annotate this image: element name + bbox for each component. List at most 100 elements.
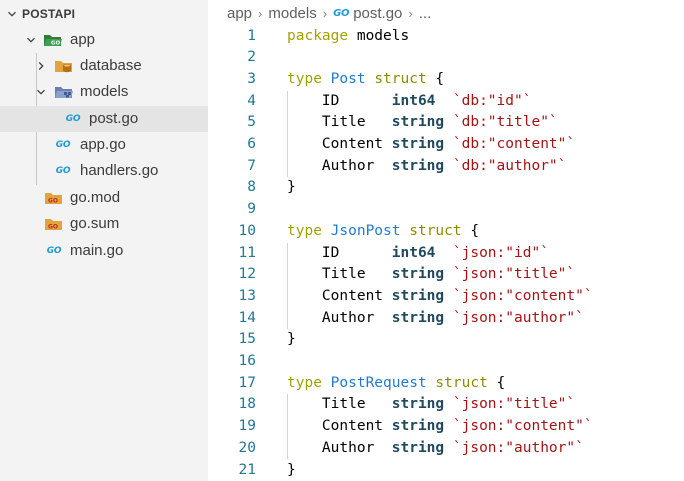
tree-item-models[interactable]: models (0, 79, 208, 105)
line-number[interactable]: 18 (208, 394, 256, 416)
line-number[interactable]: 12 (208, 264, 256, 286)
tree-item-app[interactable]: GO app (0, 27, 208, 53)
tree-item-handlers-go[interactable]: GO handlers.go (0, 158, 208, 184)
tree-item-label: app.go (80, 136, 126, 153)
line-number[interactable]: 19 (208, 416, 256, 438)
tree-item-main-go[interactable]: GO main.go (0, 238, 208, 264)
code-line[interactable]: 2 (208, 47, 684, 69)
code-token: `json:"author"` (452, 309, 584, 326)
code-text: ID int64 `db:"id"` (287, 91, 532, 113)
code-token: Content (287, 418, 392, 435)
chevron-down-icon[interactable] (23, 27, 39, 53)
breadcrumb-models[interactable]: models (268, 5, 316, 22)
code-text: Title string `json:"title"` (287, 264, 575, 286)
code-line[interactable]: 19 Content string `json:"content"` (208, 416, 684, 438)
line-number[interactable]: 3 (208, 69, 256, 91)
explorer-root-postapi[interactable]: POSTAPI (0, 1, 208, 27)
database-folder-icon (54, 53, 74, 79)
code-token: package (287, 27, 349, 44)
code-token: `json:"content"` (452, 287, 593, 304)
tree-item-go-mod[interactable]: GO go.mod (0, 185, 208, 211)
code-token: string (391, 114, 445, 131)
line-number[interactable]: 10 (208, 221, 256, 243)
chevron-down-icon[interactable] (33, 79, 49, 105)
code-line[interactable]: 16 (208, 351, 684, 373)
code-token: int64 (391, 92, 436, 109)
tree-item-label: app (70, 31, 96, 48)
line-number[interactable]: 9 (208, 199, 256, 221)
code-line[interactable]: 1 package models (208, 26, 684, 48)
code-token: `json:"id"` (452, 244, 549, 261)
breadcrumb-post-go[interactable]: post.go (353, 5, 402, 22)
code-line[interactable]: 7 Author string `db:"author"` (208, 156, 684, 178)
breadcrumb-app[interactable]: app (227, 5, 252, 22)
code-line[interactable]: 8} (208, 177, 684, 199)
tree-item-label: models (80, 83, 129, 100)
code-text: package models (287, 26, 409, 48)
code-line[interactable]: 9 (208, 199, 684, 221)
line-number[interactable]: 8 (208, 177, 256, 199)
code-line[interactable]: 12 Title string `json:"title"` (208, 264, 684, 286)
code-token: string (391, 309, 445, 326)
code-text: Title string `json:"title"` (287, 394, 575, 416)
line-number[interactable]: 5 (208, 112, 256, 134)
chevron-right-icon[interactable] (33, 53, 49, 79)
line-number[interactable]: 20 (208, 438, 256, 460)
tree-item-label: post.go (89, 110, 139, 127)
breadcrumb-more[interactable]: ... (419, 5, 432, 22)
go-mod-icon: GO (44, 211, 64, 237)
line-number[interactable]: 14 (208, 308, 256, 330)
tree-item-app-go[interactable]: GO app.go (0, 132, 208, 158)
explorer-root-label: POSTAPI (22, 7, 76, 21)
code-text: } (287, 329, 296, 351)
line-number[interactable]: 16 (208, 351, 256, 373)
code-token: PostRequest (330, 374, 427, 391)
code-line[interactable]: 21} (208, 460, 684, 481)
line-number[interactable]: 11 (208, 243, 256, 265)
code-token: `json:"title"` (452, 396, 576, 413)
line-number[interactable]: 1 (208, 26, 256, 48)
code-token: struct (374, 70, 427, 87)
line-number[interactable]: 2 (208, 47, 256, 69)
code-line[interactable]: 15} (208, 329, 684, 351)
line-number[interactable]: 6 (208, 134, 256, 156)
line-number[interactable]: 17 (208, 373, 256, 395)
code-token: `json:"title"` (452, 266, 576, 283)
tree-item-database[interactable]: database (0, 53, 208, 79)
line-number[interactable]: 15 (208, 329, 256, 351)
code-token: Title (287, 114, 392, 131)
code-token: type (287, 70, 322, 87)
code-text: type JsonPost struct { (287, 221, 479, 243)
line-number[interactable]: 4 (208, 91, 256, 113)
models-folder-open-icon (54, 79, 74, 105)
code-line[interactable]: 11 ID int64 `json:"id"` (208, 243, 684, 265)
code-token: Author (287, 309, 392, 326)
code-line[interactable]: 14 Author string `json:"author"` (208, 308, 684, 330)
code-line[interactable]: 20 Author string `json:"author"` (208, 438, 684, 460)
chevron-down-icon[interactable] (4, 1, 20, 27)
code-line[interactable]: 3 type Post struct { (208, 69, 684, 91)
code-line[interactable]: 17 type PostRequest struct { (208, 373, 684, 395)
line-number[interactable]: 13 (208, 286, 256, 308)
breadcrumb: app › models › GO post.go › ... (208, 0, 684, 26)
code-line[interactable]: 6 Content string `db:"content"` (208, 134, 684, 156)
code-editor[interactable]: app › models › GO post.go › ... 1 package… (208, 0, 684, 481)
code-line[interactable]: 18 Title string `json:"title"` (208, 394, 684, 416)
tree-item-post-go[interactable]: GO post.go (0, 106, 208, 132)
code-line[interactable]: 13 Content string `json:"content"` (208, 286, 684, 308)
code-line[interactable]: 10 type JsonPost struct { (208, 221, 684, 243)
line-number[interactable]: 21 (208, 460, 256, 481)
vscode-window: POSTAPI GO app database models GO post.g… (0, 0, 684, 481)
svg-text:GO: GO (51, 41, 61, 47)
tree-item-go-sum[interactable]: GO go.sum (0, 211, 208, 237)
line-number[interactable]: 7 (208, 156, 256, 178)
code-line[interactable]: 5 Title string `db:"title"` (208, 112, 684, 134)
code-line[interactable]: 4 ID int64 `db:"id"` (208, 91, 684, 113)
go-mod-icon: GO (44, 185, 64, 211)
